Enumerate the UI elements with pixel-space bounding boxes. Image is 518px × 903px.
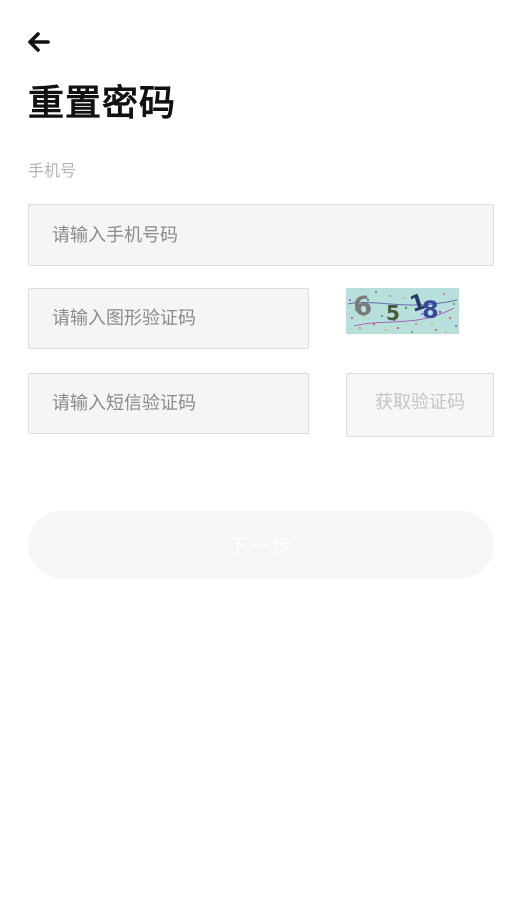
sms-code-field[interactable] — [28, 373, 309, 434]
phone-label: 手机号 — [28, 161, 77, 180]
back-button[interactable] — [26, 28, 56, 56]
svg-text:8: 8 — [422, 296, 439, 324]
phone-field[interactable] — [28, 204, 494, 266]
svg-text:5: 5 — [386, 301, 400, 325]
next-button[interactable]: 下一步 — [28, 511, 494, 578]
sms-code-input[interactable] — [29, 374, 308, 433]
captcha-image[interactable]: 6 5 1 8 — [346, 288, 459, 334]
get-code-button[interactable]: 获取验证码 — [346, 373, 494, 437]
captcha-field[interactable] — [28, 288, 309, 349]
page-title: 重置密码 — [28, 83, 177, 124]
captcha-picture: 6 5 1 8 — [346, 288, 459, 334]
phone-input[interactable] — [29, 205, 493, 265]
arrow-left-icon — [28, 32, 50, 52]
captcha-input[interactable] — [29, 289, 308, 348]
